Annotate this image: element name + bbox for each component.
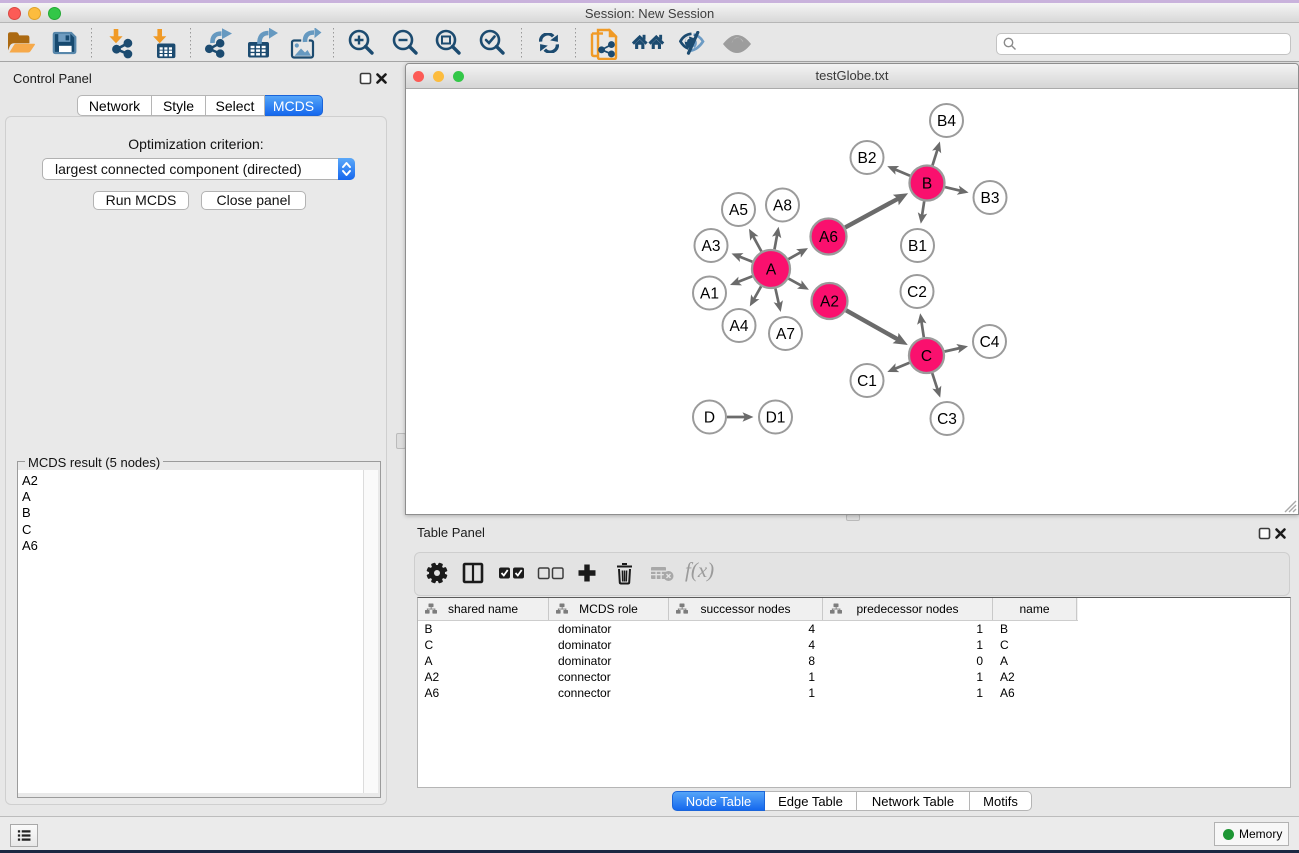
svg-text:A4: A4 (730, 318, 749, 335)
svg-text:B1: B1 (908, 238, 927, 255)
svg-text:B4: B4 (937, 113, 956, 130)
svg-text:C: C (921, 348, 932, 365)
svg-text:A3: A3 (702, 238, 721, 255)
svg-text:B: B (922, 176, 932, 193)
svg-text:A5: A5 (729, 202, 748, 219)
svg-text:A8: A8 (773, 198, 792, 215)
svg-text:D1: D1 (766, 410, 786, 427)
svg-text:C4: C4 (980, 334, 1000, 351)
svg-text:D: D (704, 410, 715, 427)
svg-text:A2: A2 (820, 294, 839, 311)
svg-text:A7: A7 (776, 326, 795, 343)
svg-text:C3: C3 (937, 411, 957, 428)
svg-text:A1: A1 (700, 286, 719, 303)
svg-text:C1: C1 (857, 373, 877, 390)
svg-text:B2: B2 (858, 150, 877, 167)
svg-text:B3: B3 (981, 190, 1000, 207)
svg-text:A6: A6 (819, 229, 838, 246)
svg-text:C2: C2 (907, 284, 927, 301)
svg-text:A: A (766, 262, 777, 279)
